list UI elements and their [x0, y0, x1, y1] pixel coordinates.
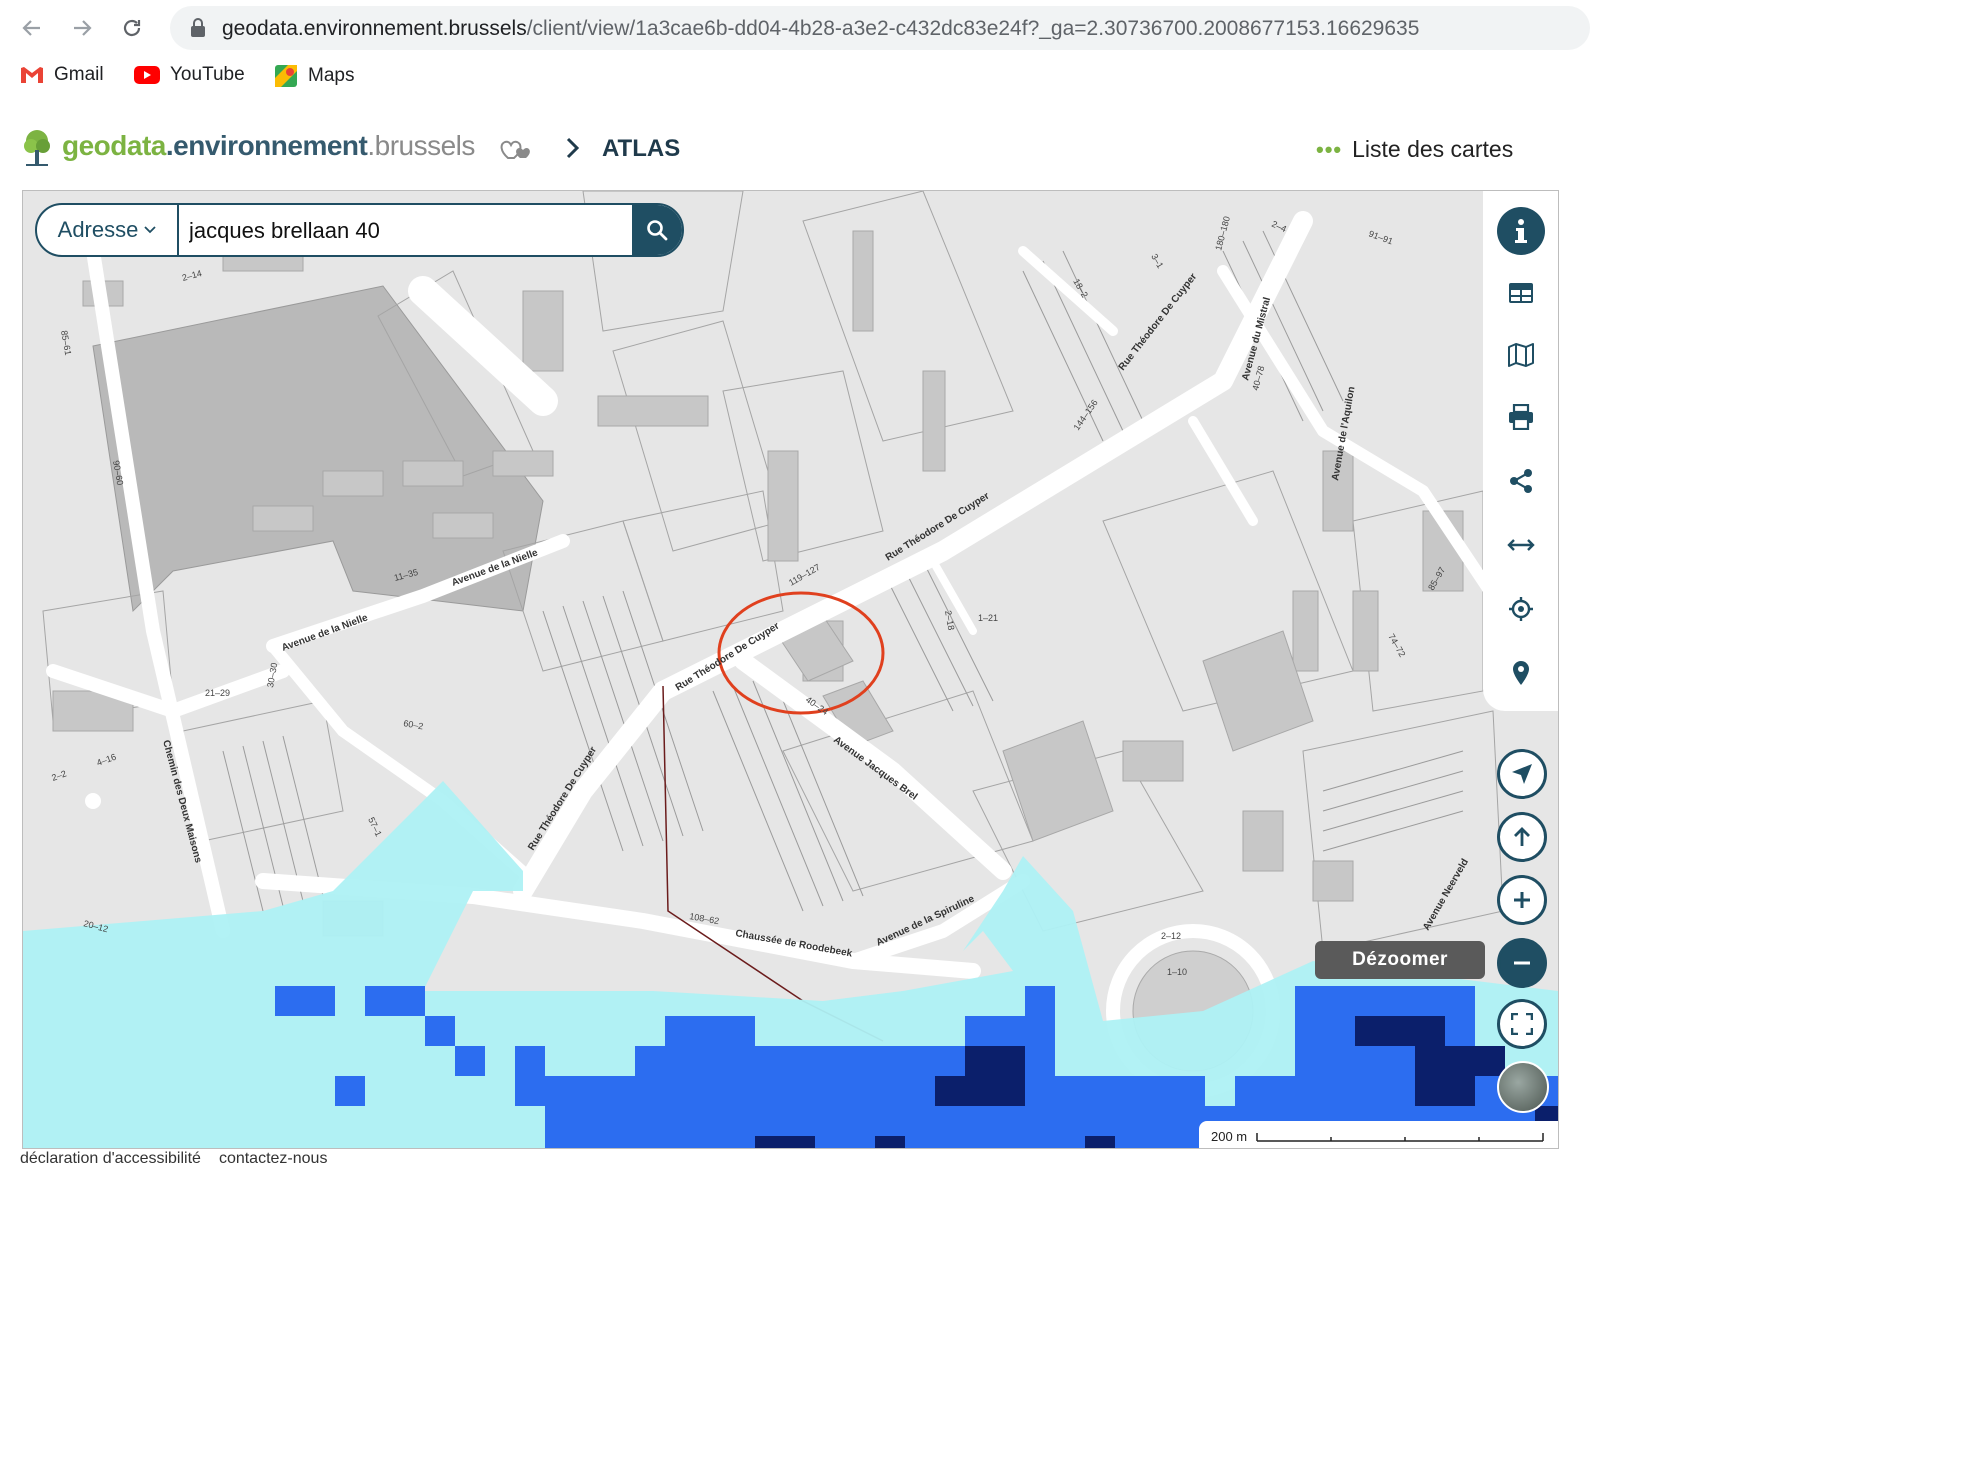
logo-part-geodata: geodata	[62, 130, 166, 161]
share-button[interactable]	[1497, 457, 1545, 505]
bookmark-maps[interactable]: Maps	[274, 64, 354, 88]
search-type-label: Adresse	[57, 217, 139, 242]
geolocate-button[interactable]	[1497, 749, 1547, 799]
map-pin-icon	[1513, 661, 1529, 685]
fullscreen-icon	[1511, 1013, 1533, 1035]
zoom-in-button[interactable]	[1497, 875, 1547, 925]
reload-button[interactable]	[114, 10, 150, 46]
url-path: /client/view/1a3cae6b-dd04-4b28-a3e2-c43…	[526, 17, 1420, 40]
address-bar[interactable]: geodata.environnement.brussels/client/vi…	[170, 6, 1590, 50]
scale-ruler	[1256, 1133, 1544, 1142]
resize-horizontal-icon	[1507, 539, 1535, 551]
reload-icon	[123, 19, 141, 37]
reset-north-button[interactable]	[1497, 812, 1547, 862]
table-icon	[1509, 283, 1533, 303]
info-icon	[1515, 219, 1527, 243]
house-number: 1–10	[1167, 967, 1187, 977]
lock-icon	[191, 18, 205, 37]
search-input[interactable]	[187, 205, 631, 255]
map-toolbar	[1483, 191, 1558, 711]
logo-part-environnement: .environnement	[165, 130, 368, 161]
bookmark-youtube[interactable]: YouTube	[134, 64, 245, 86]
zoom-out-button[interactable]	[1497, 938, 1547, 988]
share-icon	[1510, 469, 1532, 493]
back-button[interactable]	[14, 10, 50, 46]
search-type-select[interactable]: Adresse	[37, 205, 179, 255]
page-footer: déclaration d'accessibilité contactez-no…	[20, 1150, 327, 1168]
marker-button[interactable]	[1497, 649, 1545, 697]
maps-icon	[275, 65, 297, 87]
map-canvas: Rue Théodore De Cuyper Rue Théodore De C…	[23, 191, 1558, 1148]
gmail-icon	[21, 67, 43, 83]
search-button[interactable]	[632, 205, 682, 255]
print-button[interactable]	[1497, 393, 1545, 441]
basemap-switcher-avatar[interactable]	[1497, 1061, 1549, 1113]
arrow-up-icon	[1514, 827, 1530, 846]
site-header: geodata.environnement.brussels ATLAS •••…	[0, 108, 1568, 190]
youtube-icon	[134, 66, 160, 84]
map-list-button[interactable]: ••• Liste des cartes	[1316, 136, 1513, 163]
search-icon	[647, 220, 668, 241]
logo-part-brussels: .brussels	[367, 130, 475, 161]
print-icon	[1509, 404, 1533, 430]
plus-icon	[1514, 892, 1530, 908]
map-layers-button[interactable]	[1497, 331, 1545, 379]
house-number: 21–29	[205, 688, 230, 698]
contact-link[interactable]: contactez-nous	[219, 1150, 328, 1168]
minus-icon	[1514, 961, 1530, 965]
forward-button[interactable]	[64, 10, 100, 46]
tree-logo-icon	[24, 130, 50, 166]
map-list-label: Liste des cartes	[1352, 136, 1514, 162]
house-number: 1–21	[978, 613, 998, 623]
heart-logo-icon	[500, 140, 530, 159]
map-icon	[1508, 343, 1534, 367]
navigation-arrow-icon	[1512, 764, 1532, 784]
bookmark-label: Maps	[308, 65, 355, 86]
arrow-right-icon	[74, 20, 92, 36]
url-text: geodata.environnement.brussels/client/vi…	[222, 17, 1419, 41]
accessibility-link[interactable]: déclaration d'accessibilité	[20, 1150, 201, 1168]
measure-button[interactable]	[1497, 521, 1545, 569]
bookmark-gmail[interactable]: Gmail	[20, 64, 104, 86]
zoom-out-tooltip: Dézoomer	[1315, 941, 1485, 979]
arrow-left-icon	[22, 20, 40, 36]
table-button[interactable]	[1497, 269, 1545, 317]
chevron-right-icon	[566, 137, 580, 159]
bookmark-label: Gmail	[54, 64, 104, 85]
address-search: Adresse	[35, 203, 684, 257]
locate-coordinate-button[interactable]	[1497, 585, 1545, 633]
house-number: 2–12	[1161, 931, 1181, 941]
browser-chrome: geodata.environnement.brussels/client/vi…	[0, 0, 1590, 109]
scale-bar: 200 m	[1199, 1121, 1558, 1148]
chevron-down-icon	[144, 226, 156, 234]
breadcrumb-atlas[interactable]: ATLAS	[602, 135, 680, 163]
scale-label: 200 m	[1211, 1129, 1248, 1144]
map-viewport[interactable]: Rue Théodore De Cuyper Rue Théodore De C…	[22, 190, 1559, 1149]
bookmark-label: YouTube	[170, 64, 245, 85]
url-host: geodata.environnement.brussels	[222, 17, 527, 40]
info-button[interactable]	[1497, 207, 1545, 255]
dots-icon: •••	[1316, 136, 1343, 162]
site-logo[interactable]: geodata.environnement.brussels	[62, 130, 475, 162]
crosshair-icon	[1509, 597, 1533, 621]
fullscreen-button[interactable]	[1497, 999, 1547, 1049]
